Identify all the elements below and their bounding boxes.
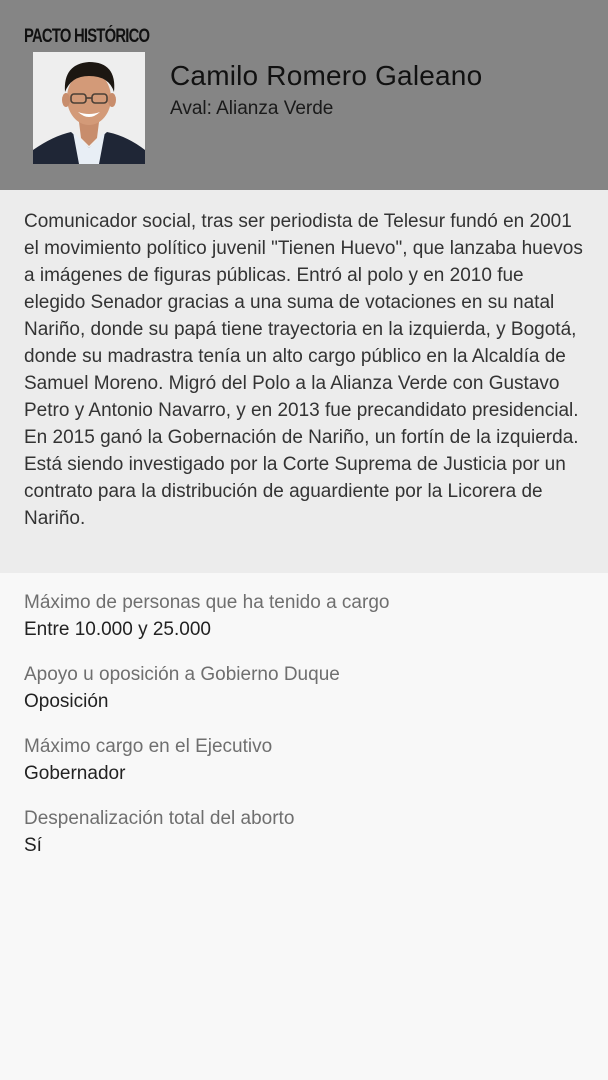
fact-item-max-staff: Máximo de personas que ha tenido a cargo… bbox=[24, 590, 584, 642]
biography-section: Comunicador social, tras ser periodista … bbox=[0, 190, 608, 573]
party-name: PACTO HISTÓRICO bbox=[24, 26, 150, 47]
candidate-aval: Aval: Alianza Verde bbox=[170, 98, 334, 119]
fact-value: Entre 10.000 y 25.000 bbox=[24, 619, 211, 640]
fact-item-government-stance: Apoyo u oposición a Gobierno Duque Oposi… bbox=[24, 662, 584, 714]
fact-value: Sí bbox=[24, 835, 42, 856]
facts-list: Máximo de personas que ha tenido a cargo… bbox=[24, 590, 584, 878]
fact-label: Máximo de personas que ha tenido a cargo bbox=[24, 592, 390, 613]
fact-value: Oposición bbox=[24, 691, 109, 712]
candidate-name: Camilo Romero Galeano bbox=[170, 60, 483, 91]
candidate-photo bbox=[33, 52, 145, 164]
candidate-header: PACTO HISTÓRICO Camilo Romero Galeano Av… bbox=[0, 0, 608, 190]
fact-label: Máximo cargo en el Ejecutivo bbox=[24, 736, 273, 757]
fact-item-abortion: Despenalización total del aborto Sí bbox=[24, 806, 584, 858]
fact-item-executive-post: Máximo cargo en el Ejecutivo Gobernador bbox=[24, 734, 584, 786]
biography-text: Comunicador social, tras ser periodista … bbox=[24, 211, 583, 529]
fact-value: Gobernador bbox=[24, 763, 126, 784]
fact-label: Despenalización total del aborto bbox=[24, 808, 295, 829]
fact-label: Apoyo u oposición a Gobierno Duque bbox=[24, 664, 340, 685]
